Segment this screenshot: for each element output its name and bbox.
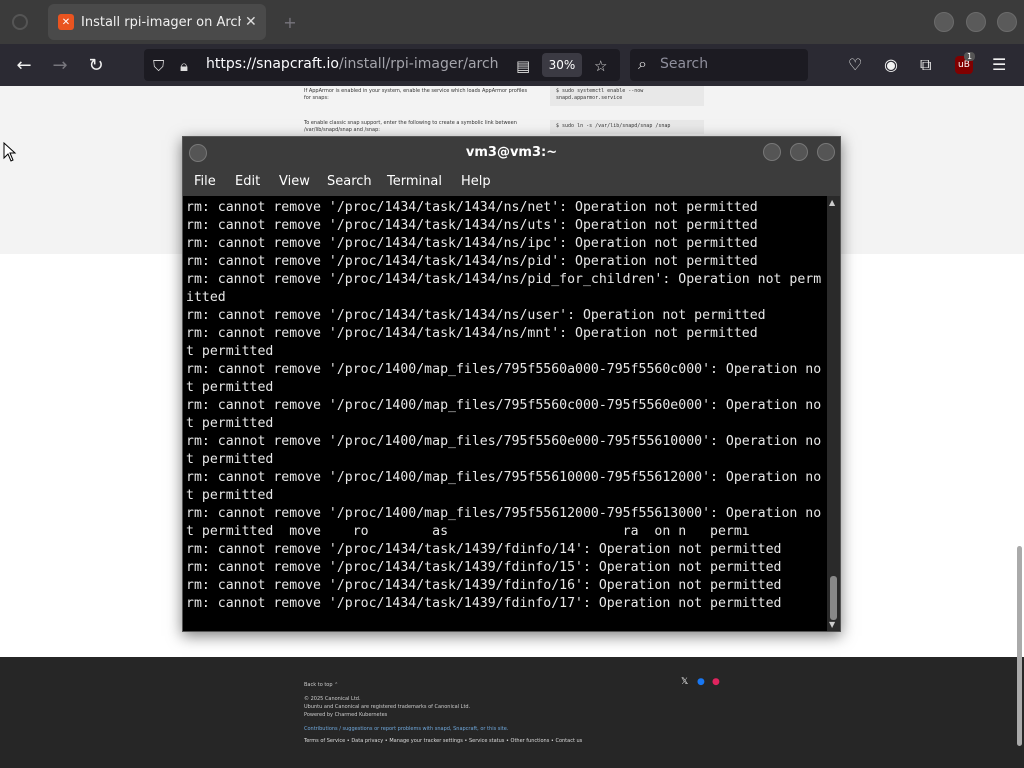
terminal-line: rm: cannot remove '/proc/1434/task/1434/… bbox=[186, 218, 758, 233]
terminal-line: rm: cannot remove '/proc/1400/map_files/… bbox=[186, 470, 822, 485]
youtube-icon[interactable]: ● bbox=[712, 677, 720, 687]
menu-terminal[interactable]: Terminal bbox=[387, 174, 442, 189]
menu-search[interactable]: Search bbox=[327, 174, 372, 189]
terminal-titlebar[interactable]: vm3@vm3:~ bbox=[183, 137, 840, 169]
terminal-line: itted bbox=[186, 290, 226, 305]
terminal-line: rm: cannot remove '/proc/1400/map_files/… bbox=[186, 506, 822, 521]
terminal-line: rm: cannot remove '/proc/1434/task/1439/… bbox=[186, 560, 782, 575]
bookmark-star-icon[interactable]: ☆ bbox=[594, 57, 607, 75]
forward-arrow-icon[interactable]: → bbox=[48, 53, 72, 77]
scroll-up-arrow-icon[interactable]: ▲ bbox=[829, 198, 835, 207]
terminal-line: rm: cannot remove '/proc/1434/task/1439/… bbox=[186, 578, 782, 593]
snapcraft-icon: ✕ bbox=[58, 14, 74, 30]
extensions-icon[interactable]: ⧉ bbox=[920, 55, 931, 75]
code-block: $ sudo ln -s /var/lib/snapd/snap /snap bbox=[550, 120, 704, 134]
terminal-line: rm: cannot remove '/proc/1434/task/1434/… bbox=[186, 308, 766, 323]
doc-paragraph: If AppArmor is enabled in your system, e… bbox=[304, 88, 528, 101]
footer-powered[interactable]: Powered by Charmed Kubernetes bbox=[304, 711, 387, 719]
search-placeholder: Search bbox=[660, 56, 709, 72]
maximize-button[interactable] bbox=[966, 12, 986, 32]
footer-contrib[interactable]: Contributions / suggestions or report pr… bbox=[304, 725, 508, 733]
page-scrollbar[interactable] bbox=[1017, 546, 1022, 746]
menu-hamburger-icon[interactable]: ☰ bbox=[992, 55, 1006, 74]
menu-help[interactable]: Help bbox=[461, 174, 491, 189]
terminal-line: t permitted bbox=[186, 380, 274, 395]
search-input[interactable]: ⌕ Search bbox=[630, 49, 808, 81]
menu-file[interactable]: File bbox=[194, 174, 216, 189]
terminal-line: t permitted move ro as ra on n permı bbox=[186, 524, 750, 539]
url-text[interactable]: https://snapcraft.io/install/rpi-imager/… bbox=[206, 56, 499, 72]
url-host: https://snapcraft.io bbox=[206, 56, 339, 72]
shield-icon[interactable]: ⛉ bbox=[153, 57, 164, 75]
page-footer: Back to top ⌃ © 2025 Canonical Ltd. Ubun… bbox=[0, 657, 1024, 768]
terminal-close-button[interactable] bbox=[817, 143, 835, 161]
menu-view[interactable]: View bbox=[279, 174, 310, 189]
lock-icon[interactable]: 🔒︎ bbox=[180, 57, 188, 75]
terminal-menubar: File Edit View Search Terminal Help bbox=[183, 169, 840, 196]
terminal-output[interactable]: rm: cannot remove '/proc/1434/task/1434/… bbox=[183, 196, 827, 631]
terminal-scrollbar[interactable]: ▲ ▼ bbox=[827, 196, 840, 631]
browser-titlebar: ✕ Install rpi-imager on Arch L ✕ + bbox=[0, 0, 1024, 44]
browser-navbar: ← → ↻ ⛉ 🔒︎ https://snapcraft.io/install/… bbox=[0, 44, 1024, 86]
back-to-top-link[interactable]: Back to top ⌃ bbox=[304, 681, 338, 689]
tab-title: Install rpi-imager on Arch L bbox=[81, 14, 241, 30]
firefox-view-icon[interactable] bbox=[12, 14, 28, 30]
footer-copyright: © 2025 Canonical Ltd. bbox=[304, 696, 361, 702]
scroll-down-arrow-icon[interactable]: ▼ bbox=[829, 620, 835, 629]
url-path: /install/rpi-imager/arch bbox=[338, 56, 499, 72]
extension-badge: 1 bbox=[964, 52, 976, 61]
terminal-line: rm: cannot remove '/proc/1434/task/1439/… bbox=[186, 596, 782, 611]
terminal-line: t permitted bbox=[186, 344, 274, 359]
tab-active[interactable]: ✕ Install rpi-imager on Arch L ✕ bbox=[48, 4, 266, 40]
pocket-icon[interactable]: ♡ bbox=[848, 55, 862, 74]
terminal-line: rm: cannot remove '/proc/1434/task/1439/… bbox=[186, 542, 782, 557]
close-window-button[interactable] bbox=[997, 12, 1017, 32]
tab-close-icon[interactable]: ✕ bbox=[245, 14, 257, 30]
terminal-line: rm: cannot remove '/proc/1434/task/1434/… bbox=[186, 272, 822, 287]
footer-trademark: Ubuntu and Canonical are registered trad… bbox=[304, 704, 471, 710]
reader-view-icon[interactable]: ▤ bbox=[516, 57, 530, 75]
new-tab-icon[interactable]: + bbox=[278, 10, 302, 34]
account-icon[interactable]: ◉ bbox=[884, 55, 898, 74]
doc-paragraph: To enable classic snap support, enter th… bbox=[304, 120, 517, 133]
zoom-level[interactable]: 30% bbox=[542, 53, 582, 77]
terminal-line: t permitted bbox=[186, 452, 274, 467]
terminal-line: rm: cannot remove '/proc/1400/map_files/… bbox=[186, 398, 822, 413]
terminal-line: rm: cannot remove '/proc/1434/task/1434/… bbox=[186, 326, 758, 341]
scroll-thumb[interactable] bbox=[830, 576, 837, 620]
terminal-line: rm: cannot remove '/proc/1400/map_files/… bbox=[186, 362, 822, 377]
footer-links[interactable]: Terms of Service • Data privacy • Manage… bbox=[304, 738, 582, 744]
terminal-maximize-button[interactable] bbox=[790, 143, 808, 161]
terminal-minimize-button[interactable] bbox=[763, 143, 781, 161]
url-bar[interactable]: ⛉ 🔒︎ https://snapcraft.io/install/rpi-im… bbox=[144, 49, 620, 81]
terminal-line: t permitted bbox=[186, 488, 274, 503]
terminal-title: vm3@vm3:~ bbox=[465, 145, 558, 160]
terminal-window[interactable]: vm3@vm3:~ File Edit View Search Terminal… bbox=[182, 136, 841, 632]
search-icon: ⌕ bbox=[638, 54, 647, 73]
back-arrow-icon[interactable]: ← bbox=[12, 53, 36, 77]
reload-icon[interactable]: ↻ bbox=[84, 53, 108, 77]
x-icon[interactable]: 𝕏 bbox=[681, 677, 688, 687]
facebook-icon[interactable]: ● bbox=[697, 677, 705, 687]
terminal-line: rm: cannot remove '/proc/1434/task/1434/… bbox=[186, 236, 758, 251]
terminal-line: rm: cannot remove '/proc/1434/task/1434/… bbox=[186, 254, 758, 269]
code-block: $ sudo systemctl enable --now snapd.appa… bbox=[550, 86, 704, 106]
terminal-line: t permitted bbox=[186, 416, 274, 431]
terminal-line: rm: cannot remove '/proc/1400/map_files/… bbox=[186, 434, 822, 449]
menu-edit[interactable]: Edit bbox=[235, 174, 260, 189]
minimize-button[interactable] bbox=[934, 12, 954, 32]
terminal-line: rm: cannot remove '/proc/1434/task/1434/… bbox=[186, 200, 758, 215]
